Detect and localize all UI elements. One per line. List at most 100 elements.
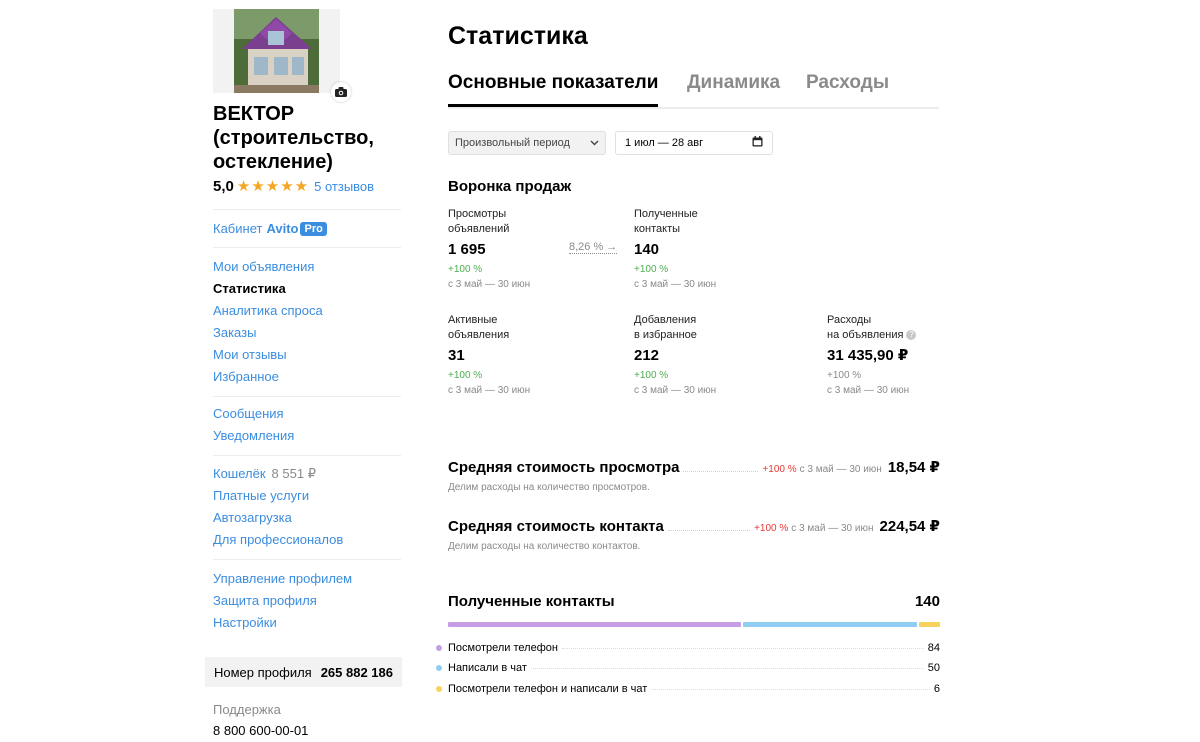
star-icon: ★ <box>265 177 280 195</box>
metric-label: контакты <box>634 223 681 235</box>
company-avatar[interactable] <box>213 9 340 93</box>
profile-number-label: Номер профиля <box>214 664 312 680</box>
nav-group-wallet: Кошелёк 8 551 ₽ Платные услуги Автозагруз… <box>213 463 343 551</box>
star-icon: ★ <box>236 177 251 195</box>
avito-pro-cabinet-link[interactable]: Кабинет Avito Pro <box>213 221 327 236</box>
leader-dots <box>667 530 751 531</box>
legend-dot <box>436 665 442 671</box>
nav-demand-analytics[interactable]: Аналитика спроса <box>213 300 323 322</box>
metric-label: объявлений <box>448 223 510 235</box>
legend-item: Написали в чат 50 <box>436 662 940 674</box>
cost-period: с 3 май — 30 июн <box>791 523 874 534</box>
metric-value: 31 435,90 ₽ <box>827 347 909 364</box>
rating: 5,0 ★ ★ ★ ★ ★ 5 отзывов <box>213 178 374 195</box>
star-icon: ★ <box>280 177 294 195</box>
calendar-icon[interactable] <box>752 136 763 150</box>
legend-item: Посмотрели телефон 84 <box>436 642 940 654</box>
legend-label: Написали в чат <box>448 662 527 674</box>
nav-messages[interactable]: Сообщения <box>213 403 294 425</box>
cost-change: +100 % <box>754 523 789 534</box>
cabinet-label: Кабинет <box>213 221 263 236</box>
nav-group-main: Мои объявления Статистика Аналитика спро… <box>213 256 323 388</box>
cost-description: Делим расходы на количество просмотров. <box>448 482 650 493</box>
reviews-link[interactable]: 5 отзывов <box>314 179 374 194</box>
support-label: Поддержка <box>213 702 281 717</box>
pro-badge: Pro <box>300 221 327 236</box>
metric-period: с 3 май — 30 июн <box>448 385 531 396</box>
legend-value: 84 <box>927 642 940 654</box>
contacts-stacked-bar <box>448 622 940 627</box>
tab-dynamics[interactable]: Динамика <box>687 72 780 104</box>
nav-group-profile: Управление профилем Защита профиля Настр… <box>213 568 352 634</box>
tab-main-indicators[interactable]: Основные показатели <box>448 72 659 107</box>
nav-orders[interactable]: Заказы <box>213 322 323 344</box>
cost-change: +100 % <box>762 464 797 475</box>
cost-period: с 3 май — 30 июн <box>799 464 882 475</box>
profile-number-box: Номер профиля 265 882 186 <box>205 657 402 687</box>
metric-change: +100 % <box>448 370 483 381</box>
bar-segment-both <box>919 622 940 627</box>
nav-notifications[interactable]: Уведомления <box>213 425 294 447</box>
nav-for-professionals[interactable]: Для профессионалов <box>213 529 343 551</box>
conversion-value: 8,26 % <box>569 241 604 253</box>
nav-statistics[interactable]: Статистика <box>213 278 323 300</box>
metric-favorites: Добавления в избранное 212 +100 % с 3 ма… <box>634 313 784 397</box>
funnel-title: Воронка продаж <box>448 178 572 195</box>
metric-change: +100 % <box>827 370 862 381</box>
metric-label-with-help: на объявления? <box>827 328 940 343</box>
metric-period: с 3 май — 30 июн <box>634 385 717 396</box>
metric-value: 31 <box>448 347 465 364</box>
divider <box>213 396 401 397</box>
leader-dots <box>651 688 930 690</box>
metric-change: +100 % <box>634 264 669 275</box>
legend-item: Посмотрели телефон и написали в чат 6 <box>436 683 940 695</box>
metric-period: с 3 май — 30 июн <box>634 279 717 290</box>
nav-profile-management[interactable]: Управление профилем <box>213 568 352 590</box>
support-phone[interactable]: 8 800 600-00-01 <box>213 723 308 738</box>
date-range-value: 1 июл — 28 авг <box>625 137 704 149</box>
conversion-rate[interactable]: 8,26 % → <box>569 241 618 254</box>
help-icon[interactable]: ? <box>906 330 917 341</box>
tab-expenses[interactable]: Расходы <box>806 72 889 104</box>
nav-profile-protection[interactable]: Защита профиля <box>213 590 352 612</box>
nav-my-listings[interactable]: Мои объявления <box>213 256 323 278</box>
period-select-value: Произвольный период <box>455 137 570 149</box>
contacts-header: Полученные контакты 140 <box>448 593 940 610</box>
metric-label: объявления <box>448 329 510 341</box>
star-icon: ★ <box>294 177 309 195</box>
leader-dots <box>561 647 924 649</box>
camera-icon[interactable] <box>331 82 351 102</box>
bar-segment-chat <box>742 622 918 627</box>
divider <box>213 455 401 456</box>
metric-contacts: Полученные контакты 140 +100 % с 3 май —… <box>634 207 784 291</box>
nav-wallet[interactable]: Кошелёк 8 551 ₽ <box>213 463 343 485</box>
divider <box>213 559 401 560</box>
nav-paid-services[interactable]: Платные услуги <box>213 485 343 507</box>
period-select[interactable]: Произвольный период <box>448 131 606 155</box>
nav-settings[interactable]: Настройки <box>213 612 352 634</box>
wallet-label: Кошелёк <box>213 466 266 481</box>
legend-value: 6 <box>933 683 940 695</box>
metric-label: Просмотры <box>448 208 507 220</box>
avito-logo: Avito <box>266 221 299 236</box>
nav-favorites[interactable]: Избранное <box>213 366 323 388</box>
contacts-total: 140 <box>914 593 940 610</box>
nav-autoload[interactable]: Автозагрузка <box>213 507 343 529</box>
tabs: Основные показатели Динамика Расходы <box>448 72 939 109</box>
cost-title: Средняя стоимость контакта <box>448 518 664 535</box>
bar-segment-phone <box>448 622 741 627</box>
metric-label: Активные <box>448 314 498 326</box>
metric-value: 212 <box>634 347 660 364</box>
leader-dots <box>683 471 759 472</box>
metric-change: +100 % <box>448 264 483 275</box>
legend-dot <box>436 645 442 651</box>
nav-my-reviews[interactable]: Мои отзывы <box>213 344 323 366</box>
metric-value: 140 <box>634 241 660 258</box>
metric-label: в избранное <box>634 329 697 341</box>
leader-dots <box>530 667 924 669</box>
star-icon: ★ <box>251 177 265 195</box>
page-title: Статистика <box>448 22 588 50</box>
date-range-field[interactable]: 1 июл — 28 авг <box>615 131 773 155</box>
legend-label: Посмотрели телефон <box>448 642 558 654</box>
metric-active-listings: Активные объявления 31 +100 % с 3 май — … <box>448 313 598 397</box>
